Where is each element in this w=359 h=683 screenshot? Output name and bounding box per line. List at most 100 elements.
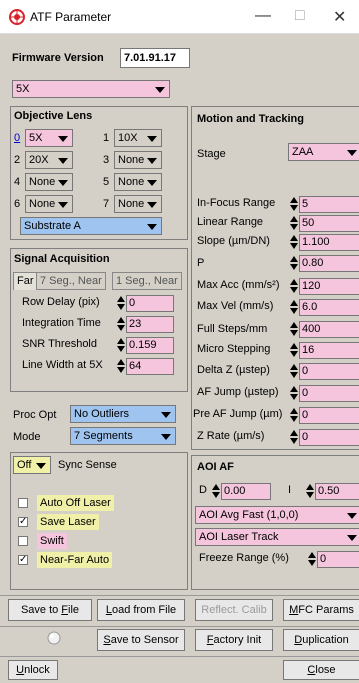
auto-off-laser-checkbox[interactable] xyxy=(18,498,28,508)
sync-sense-value: Off xyxy=(17,459,32,471)
save-laser-label: Save Laser xyxy=(37,514,99,530)
linear-range-field[interactable]: 50 xyxy=(299,215,359,232)
stage-select[interactable]: ZAA xyxy=(288,143,359,161)
chevron-down-icon xyxy=(347,535,357,541)
motion-tracking-title: Motion and Tracking xyxy=(197,113,304,125)
z-rate-label: Z Rate (µm/s) xyxy=(197,430,265,442)
objective-slot-0-value: 5X xyxy=(29,132,43,144)
objective-slot-7-select[interactable]: None xyxy=(114,195,162,213)
integration-time-field[interactable]: 23 xyxy=(126,316,174,333)
row-delay-field[interactable]: 0 xyxy=(126,295,174,312)
af-jump-spinner-icon[interactable] xyxy=(289,385,298,401)
slope-label: Slope (µm/DN) xyxy=(197,235,270,247)
firmware-value: 7.01.91.17 xyxy=(120,48,190,68)
full-steps-field[interactable]: 400 xyxy=(299,321,359,338)
max-vel-field[interactable]: 6.0 xyxy=(299,299,359,316)
chevron-down-icon xyxy=(147,180,157,186)
freeze-range-spinner-icon[interactable] xyxy=(307,551,316,567)
pre-af-jump-field[interactable]: 0 xyxy=(299,407,359,424)
in-focus-range-spinner-icon[interactable] xyxy=(289,196,298,212)
aoi-i-spinner-icon[interactable] xyxy=(305,483,314,499)
snr-threshold-spinner-icon[interactable] xyxy=(116,337,125,353)
line-width-field[interactable]: 64 xyxy=(126,358,174,375)
chevron-down-icon xyxy=(147,158,157,164)
aoi-d-field[interactable]: 0.00 xyxy=(221,483,271,500)
sync-sense-select[interactable]: Off xyxy=(13,456,51,474)
row-delay-spinner-icon[interactable] xyxy=(116,295,125,311)
save-to-file-button[interactable]: Save to File xyxy=(8,599,92,621)
substrate-select[interactable]: Substrate A xyxy=(20,217,162,235)
swift-label: Swift xyxy=(37,533,67,549)
factory-init-button[interactable]: Factory Init xyxy=(195,629,273,651)
objective-slot-2-value: 20X xyxy=(29,154,49,166)
full-steps-spinner-icon[interactable] xyxy=(289,321,298,337)
reflect-calib-button[interactable]: Reflect. Calib xyxy=(195,599,273,621)
objective-slot-6-num: 6 xyxy=(14,198,21,210)
app-logo-icon xyxy=(9,9,25,25)
minimize-button[interactable]: — xyxy=(255,7,271,25)
max-vel-spinner-icon[interactable] xyxy=(289,299,298,315)
aoi-i-label: I xyxy=(288,484,292,496)
chevron-down-icon xyxy=(36,463,46,469)
p-label: P xyxy=(197,257,205,269)
p-spinner-icon[interactable] xyxy=(289,255,298,271)
delta-z-label: Delta Z (µstep) xyxy=(197,364,270,376)
tab-7-seg-near[interactable]: 7 Seg., Near xyxy=(36,272,106,290)
linear-range-spinner-icon[interactable] xyxy=(289,215,298,231)
freeze-range-field[interactable]: 0 xyxy=(317,551,359,568)
aoi-avg-fast-select[interactable]: AOI Avg Fast (1,0,0) xyxy=(195,506,359,524)
delta-z-field[interactable]: 0 xyxy=(299,363,359,380)
objective-slot-3-select[interactable]: None xyxy=(114,151,162,169)
p-field[interactable]: 0.80 xyxy=(299,255,359,272)
max-acc-spinner-icon[interactable] xyxy=(289,278,298,294)
objective-slot-0-select[interactable]: 5X xyxy=(25,129,73,147)
delta-z-spinner-icon[interactable] xyxy=(289,363,298,379)
mode-select[interactable]: 7 Segments xyxy=(70,427,176,445)
unlock-button[interactable]: Unlock xyxy=(8,660,58,680)
mfc-params-text: FC Params xyxy=(298,604,354,616)
objective-slot-4-select[interactable]: None xyxy=(25,173,73,191)
pre-af-jump-spinner-icon[interactable] xyxy=(289,407,298,423)
slope-field[interactable]: 1.100 xyxy=(299,234,359,251)
z-rate-field[interactable]: 0 xyxy=(299,429,359,446)
max-acc-field[interactable]: 120 xyxy=(299,278,359,295)
af-jump-label: AF Jump (µstep) xyxy=(197,386,279,398)
line-width-spinner-icon[interactable] xyxy=(116,358,125,374)
close-button[interactable]: Close xyxy=(283,660,359,680)
aoi-d-spinner-icon[interactable] xyxy=(211,483,220,499)
objective-slot-5-select[interactable]: None xyxy=(114,173,162,191)
af-jump-field[interactable]: 0 xyxy=(299,385,359,402)
save-to-sensor-button[interactable]: Save to Sensor xyxy=(97,629,185,651)
save-laser-checkbox[interactable]: ✓ xyxy=(18,517,28,527)
duplication-button[interactable]: Duplication xyxy=(283,629,359,651)
z-rate-spinner-icon[interactable] xyxy=(289,429,298,445)
save-to-sensor-text: ave to Sensor xyxy=(110,634,179,646)
objective-slot-4-value: None xyxy=(29,176,56,188)
swift-checkbox[interactable] xyxy=(18,536,28,546)
snr-threshold-label: SNR Threshold xyxy=(22,338,97,350)
aoi-i-field[interactable]: 0.50 xyxy=(315,483,359,500)
integration-time-spinner-icon[interactable] xyxy=(116,316,125,332)
mfc-params-button[interactable]: MFC Params xyxy=(283,599,359,621)
snr-threshold-field[interactable]: 0.159 xyxy=(126,337,174,354)
objective-slot-4-num: 4 xyxy=(14,176,21,188)
near-far-auto-checkbox[interactable]: ✓ xyxy=(18,555,28,565)
slope-spinner-icon[interactable] xyxy=(289,234,298,250)
near-far-auto-label: Near-Far Auto xyxy=(37,552,113,568)
objective-slot-2-select[interactable]: 20X xyxy=(25,151,73,169)
objective-slot-1-select[interactable]: 10X xyxy=(114,129,162,147)
objective-slot-6-select[interactable]: None xyxy=(25,195,73,213)
micro-stepping-field[interactable]: 16 xyxy=(299,342,359,359)
micro-stepping-spinner-icon[interactable] xyxy=(289,342,298,358)
close-window-button[interactable]: ✕ xyxy=(333,7,346,27)
magnification-select[interactable]: 5X xyxy=(12,80,170,98)
aoi-laser-track-select[interactable]: AOI Laser Track xyxy=(195,528,359,546)
tab-far[interactable]: Far xyxy=(13,272,38,290)
row-delay-label: Row Delay (pix) xyxy=(22,296,100,308)
maximize-button[interactable]: □ xyxy=(295,7,305,25)
proc-opt-select[interactable]: No Outliers xyxy=(70,405,176,423)
tab-1-seg-near[interactable]: 1 Seg., Near xyxy=(112,272,182,290)
chevron-down-icon xyxy=(161,434,171,440)
load-from-file-button[interactable]: Load from File xyxy=(97,599,185,621)
in-focus-range-field[interactable]: 5 xyxy=(299,196,359,213)
